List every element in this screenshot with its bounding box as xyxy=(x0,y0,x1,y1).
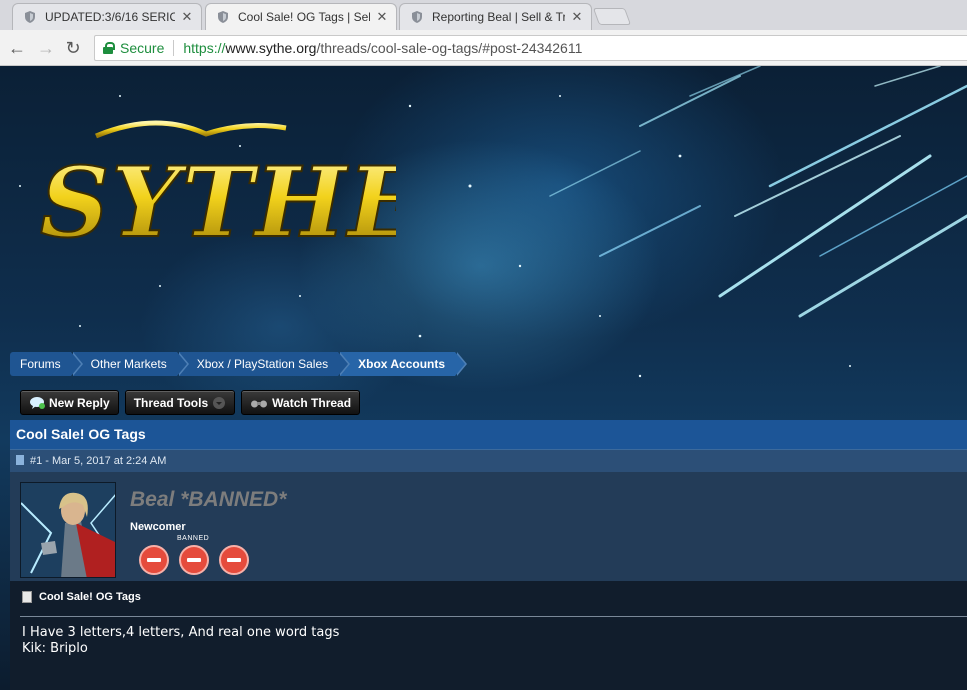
secure-label: Secure xyxy=(120,40,165,56)
browser-tab-3[interactable]: Reporting Beal | Sell & Tr ✕ xyxy=(399,3,592,30)
new-reply-button[interactable]: New Reply xyxy=(20,390,119,415)
web-page: SYTHE Forums Other Markets Xbox / PlaySt… xyxy=(0,66,967,690)
close-icon[interactable]: ✕ xyxy=(376,9,388,25)
browser-tab-1[interactable]: UPDATED:3/6/16 SERIOU ✕ xyxy=(12,3,202,30)
thread-tools-button[interactable]: Thread Tools xyxy=(124,390,236,415)
url-path: /threads/cool-sale-og-tags/#post-2434261… xyxy=(316,40,583,56)
banned-icon xyxy=(139,545,169,575)
address-bar[interactable]: Secure https://www.sythe.org/threads/coo… xyxy=(94,35,967,61)
logo-text: SYTHE xyxy=(40,146,396,256)
close-icon[interactable]: ✕ xyxy=(181,9,193,25)
watch-thread-label: Watch Thread xyxy=(272,395,352,410)
banned-label: BANNED xyxy=(177,535,210,542)
new-tab-button[interactable] xyxy=(592,8,632,25)
post-icon xyxy=(16,455,24,465)
url-scheme: https:// xyxy=(183,40,226,56)
post-meta-text[interactable]: #1 - Mar 5, 2017 at 2:24 AM xyxy=(30,455,166,467)
thread-action-buttons: New Reply Thread Tools Watch Thread xyxy=(20,390,361,415)
post-body: Cool Sale! OG Tags I Have 3 letters,4 le… xyxy=(10,581,967,690)
browser-toolbar: ← → ↻ Secure https://www.sythe.org/threa… xyxy=(0,30,967,66)
post-title: Cool Sale! OG Tags xyxy=(22,591,141,603)
breadcrumb-xbox-accounts[interactable]: Xbox Accounts xyxy=(340,352,467,376)
breadcrumb-forums[interactable]: Forums xyxy=(10,352,83,376)
browser-tab-bar: UPDATED:3/6/16 SERIOU ✕ Cool Sale! OG Ta… xyxy=(0,0,967,30)
tab-title: Reporting Beal | Sell & Tr xyxy=(432,10,565,24)
avatar-image xyxy=(21,483,115,577)
url-host: www.sythe.org xyxy=(225,40,317,56)
reload-button[interactable]: ↻ xyxy=(62,37,84,59)
back-button[interactable]: ← xyxy=(6,37,28,59)
post-meta: #1 - Mar 5, 2017 at 2:24 AM xyxy=(10,449,967,472)
forward-button[interactable]: → xyxy=(35,37,57,59)
shield-icon xyxy=(412,11,422,23)
sythe-logo[interactable]: SYTHE xyxy=(36,116,396,256)
tab-title: Cool Sale! OG Tags | Sell xyxy=(238,10,370,24)
close-icon[interactable]: ✕ xyxy=(571,9,583,25)
post-divider xyxy=(20,616,967,617)
new-reply-label: New Reply xyxy=(49,395,110,410)
breadcrumb-other-markets[interactable]: Other Markets xyxy=(72,352,189,376)
banned-icon xyxy=(179,545,209,575)
post-text-line: I Have 3 letters,4 letters, And real one… xyxy=(22,625,340,640)
tab-title: UPDATED:3/6/16 SERIOU xyxy=(45,10,175,24)
post-text-line: Kik: Briplo xyxy=(22,641,88,656)
breadcrumb-xbox-playstation-sales[interactable]: Xbox / PlayStation Sales xyxy=(178,352,351,376)
shield-icon xyxy=(218,11,228,23)
browser-tab-2-active[interactable]: Cool Sale! OG Tags | Sell ✕ xyxy=(205,3,397,30)
post-title-text: Cool Sale! OG Tags xyxy=(39,591,141,603)
shield-icon xyxy=(25,11,35,23)
binoculars-icon xyxy=(251,400,268,407)
thread-title: Cool Sale! OG Tags xyxy=(10,420,967,449)
dropdown-icon xyxy=(213,396,226,409)
user-title: Newcomer xyxy=(130,521,186,533)
speech-bubble-icon xyxy=(30,396,45,409)
breadcrumb: Forums Other Markets Xbox / PlayStation … xyxy=(10,352,467,376)
avatar[interactable] xyxy=(20,482,116,578)
username[interactable]: Beal *BANNED* xyxy=(130,488,286,512)
lock-icon xyxy=(103,42,115,54)
watch-thread-button[interactable]: Watch Thread xyxy=(241,390,361,415)
post-user-info: Beal *BANNED* Newcomer BANNED xyxy=(10,472,967,581)
thread-tools-label: Thread Tools xyxy=(133,395,209,410)
address-separator xyxy=(173,40,175,56)
document-icon xyxy=(22,591,32,603)
banned-icon xyxy=(219,545,249,575)
